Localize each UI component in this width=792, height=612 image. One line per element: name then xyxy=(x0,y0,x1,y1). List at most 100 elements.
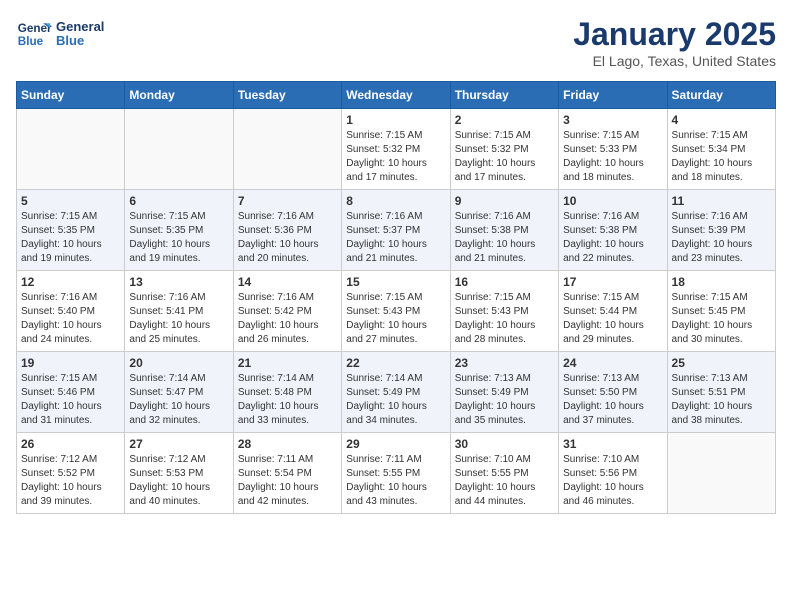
day-cell: 15 Sunrise: 7:15 AMSunset: 5:43 PMDayligh… xyxy=(342,271,450,352)
day-number: 18 xyxy=(672,275,771,289)
weekday-header-monday: Monday xyxy=(125,82,233,109)
weekday-header-wednesday: Wednesday xyxy=(342,82,450,109)
day-cell: 14 Sunrise: 7:16 AMSunset: 5:42 PMDayligh… xyxy=(233,271,341,352)
day-info: Sunrise: 7:13 AMSunset: 5:49 PMDaylight:… xyxy=(455,372,554,428)
day-cell xyxy=(125,109,233,190)
day-cell xyxy=(667,433,775,514)
day-cell: 3 Sunrise: 7:15 AMSunset: 5:33 PMDaylight… xyxy=(559,109,667,190)
day-info: Sunrise: 7:15 AMSunset: 5:34 PMDaylight:… xyxy=(672,129,771,185)
day-info: Sunrise: 7:15 AMSunset: 5:46 PMDaylight:… xyxy=(21,372,120,428)
day-info: Sunrise: 7:10 AMSunset: 5:56 PMDaylight:… xyxy=(563,453,662,509)
day-info: Sunrise: 7:16 AMSunset: 5:42 PMDaylight:… xyxy=(238,291,337,347)
day-cell xyxy=(233,109,341,190)
day-info: Sunrise: 7:13 AMSunset: 5:51 PMDaylight:… xyxy=(672,372,771,428)
day-info: Sunrise: 7:15 AMSunset: 5:43 PMDaylight:… xyxy=(455,291,554,347)
day-info: Sunrise: 7:15 AMSunset: 5:45 PMDaylight:… xyxy=(672,291,771,347)
day-number: 7 xyxy=(238,194,337,208)
svg-text:Blue: Blue xyxy=(18,35,44,48)
day-cell: 28Sunrise: 7:11 AMSunset: 5:54 PMDayligh… xyxy=(233,433,341,514)
logo: General Blue General Blue xyxy=(16,16,104,52)
day-number: 11 xyxy=(672,194,771,208)
day-info: Sunrise: 7:15 AMSunset: 5:44 PMDaylight:… xyxy=(563,291,662,347)
day-number: 31 xyxy=(563,437,662,451)
day-number: 3 xyxy=(563,113,662,127)
day-info: Sunrise: 7:14 AMSunset: 5:48 PMDaylight:… xyxy=(238,372,337,428)
day-number: 6 xyxy=(129,194,228,208)
week-row-4: 19 Sunrise: 7:15 AMSunset: 5:46 PMDayligh… xyxy=(17,352,776,433)
day-info: Sunrise: 7:16 AMSunset: 5:38 PMDaylight:… xyxy=(563,210,662,266)
day-number: 16 xyxy=(455,275,554,289)
day-cell: 13 Sunrise: 7:16 AMSunset: 5:41 PMDayligh… xyxy=(125,271,233,352)
day-number: 27 xyxy=(129,437,228,451)
day-cell: 5 Sunrise: 7:15 AMSunset: 5:35 PMDaylight… xyxy=(17,190,125,271)
weekday-header-row: SundayMondayTuesdayWednesdayThursdayFrid… xyxy=(17,82,776,109)
day-cell: 11 Sunrise: 7:16 AMSunset: 5:39 PMDayligh… xyxy=(667,190,775,271)
day-info: Sunrise: 7:15 AMSunset: 5:32 PMDaylight:… xyxy=(346,129,445,185)
day-info: Sunrise: 7:13 AMSunset: 5:50 PMDaylight:… xyxy=(563,372,662,428)
day-cell: 23 Sunrise: 7:13 AMSunset: 5:49 PMDayligh… xyxy=(450,352,558,433)
day-cell: 31 Sunrise: 7:10 AMSunset: 5:56 PMDayligh… xyxy=(559,433,667,514)
day-cell: 4 Sunrise: 7:15 AMSunset: 5:34 PMDaylight… xyxy=(667,109,775,190)
day-info: Sunrise: 7:16 AMSunset: 5:39 PMDaylight:… xyxy=(672,210,771,266)
week-row-3: 12 Sunrise: 7:16 AMSunset: 5:40 PMDayligh… xyxy=(17,271,776,352)
day-info: Sunrise: 7:16 AMSunset: 5:38 PMDaylight:… xyxy=(455,210,554,266)
day-number: 23 xyxy=(455,356,554,370)
week-row-5: 26Sunrise: 7:12 AMSunset: 5:52 PMDayligh… xyxy=(17,433,776,514)
day-number: 5 xyxy=(21,194,120,208)
day-info: Sunrise: 7:16 AMSunset: 5:37 PMDaylight:… xyxy=(346,210,445,266)
day-number: 15 xyxy=(346,275,445,289)
day-cell: 27Sunrise: 7:12 AMSunset: 5:53 PMDayligh… xyxy=(125,433,233,514)
day-cell: 24 Sunrise: 7:13 AMSunset: 5:50 PMDayligh… xyxy=(559,352,667,433)
day-number: 2 xyxy=(455,113,554,127)
title-block: January 2025 El Lago, Texas, United Stat… xyxy=(573,16,776,69)
day-info: Sunrise: 7:14 AMSunset: 5:49 PMDaylight:… xyxy=(346,372,445,428)
day-cell: 19 Sunrise: 7:15 AMSunset: 5:46 PMDayligh… xyxy=(17,352,125,433)
weekday-header-sunday: Sunday xyxy=(17,82,125,109)
day-info: Sunrise: 7:16 AMSunset: 5:41 PMDaylight:… xyxy=(129,291,228,347)
day-cell: 22 Sunrise: 7:14 AMSunset: 5:49 PMDayligh… xyxy=(342,352,450,433)
day-number: 19 xyxy=(21,356,120,370)
day-number: 24 xyxy=(563,356,662,370)
day-cell: 6 Sunrise: 7:15 AMSunset: 5:35 PMDaylight… xyxy=(125,190,233,271)
day-number: 25 xyxy=(672,356,771,370)
day-cell: 18 Sunrise: 7:15 AMSunset: 5:45 PMDayligh… xyxy=(667,271,775,352)
day-number: 28 xyxy=(238,437,337,451)
day-number: 13 xyxy=(129,275,228,289)
day-cell: 7 Sunrise: 7:16 AMSunset: 5:36 PMDaylight… xyxy=(233,190,341,271)
day-info: Sunrise: 7:16 AMSunset: 5:40 PMDaylight:… xyxy=(21,291,120,347)
day-number: 10 xyxy=(563,194,662,208)
weekday-header-friday: Friday xyxy=(559,82,667,109)
day-number: 9 xyxy=(455,194,554,208)
day-cell xyxy=(17,109,125,190)
day-info: Sunrise: 7:15 AMSunset: 5:43 PMDaylight:… xyxy=(346,291,445,347)
week-row-1: 1 Sunrise: 7:15 AMSunset: 5:32 PMDaylight… xyxy=(17,109,776,190)
day-number: 14 xyxy=(238,275,337,289)
day-number: 4 xyxy=(672,113,771,127)
day-cell: 20Sunrise: 7:14 AMSunset: 5:47 PMDayligh… xyxy=(125,352,233,433)
day-number: 12 xyxy=(21,275,120,289)
day-info: Sunrise: 7:15 AMSunset: 5:35 PMDaylight:… xyxy=(21,210,120,266)
day-info: Sunrise: 7:10 AMSunset: 5:55 PMDaylight:… xyxy=(455,453,554,509)
day-number: 21 xyxy=(238,356,337,370)
day-cell: 1 Sunrise: 7:15 AMSunset: 5:32 PMDaylight… xyxy=(342,109,450,190)
day-number: 26 xyxy=(21,437,120,451)
day-cell: 2Sunrise: 7:15 AMSunset: 5:32 PMDaylight… xyxy=(450,109,558,190)
day-info: Sunrise: 7:16 AMSunset: 5:36 PMDaylight:… xyxy=(238,210,337,266)
day-cell: 16 Sunrise: 7:15 AMSunset: 5:43 PMDayligh… xyxy=(450,271,558,352)
week-row-2: 5 Sunrise: 7:15 AMSunset: 5:35 PMDaylight… xyxy=(17,190,776,271)
day-number: 22 xyxy=(346,356,445,370)
day-cell: 21 Sunrise: 7:14 AMSunset: 5:48 PMDayligh… xyxy=(233,352,341,433)
day-number: 1 xyxy=(346,113,445,127)
day-info: Sunrise: 7:15 AMSunset: 5:35 PMDaylight:… xyxy=(129,210,228,266)
logo-line1: General xyxy=(56,20,104,34)
day-number: 17 xyxy=(563,275,662,289)
logo-icon: General Blue xyxy=(16,16,52,52)
day-cell: 9 Sunrise: 7:16 AMSunset: 5:38 PMDaylight… xyxy=(450,190,558,271)
location: El Lago, Texas, United States xyxy=(573,53,776,69)
day-number: 20 xyxy=(129,356,228,370)
day-cell: 26Sunrise: 7:12 AMSunset: 5:52 PMDayligh… xyxy=(17,433,125,514)
day-number: 29 xyxy=(346,437,445,451)
day-cell: 8Sunrise: 7:16 AMSunset: 5:37 PMDaylight… xyxy=(342,190,450,271)
day-info: Sunrise: 7:15 AMSunset: 5:33 PMDaylight:… xyxy=(563,129,662,185)
weekday-header-tuesday: Tuesday xyxy=(233,82,341,109)
